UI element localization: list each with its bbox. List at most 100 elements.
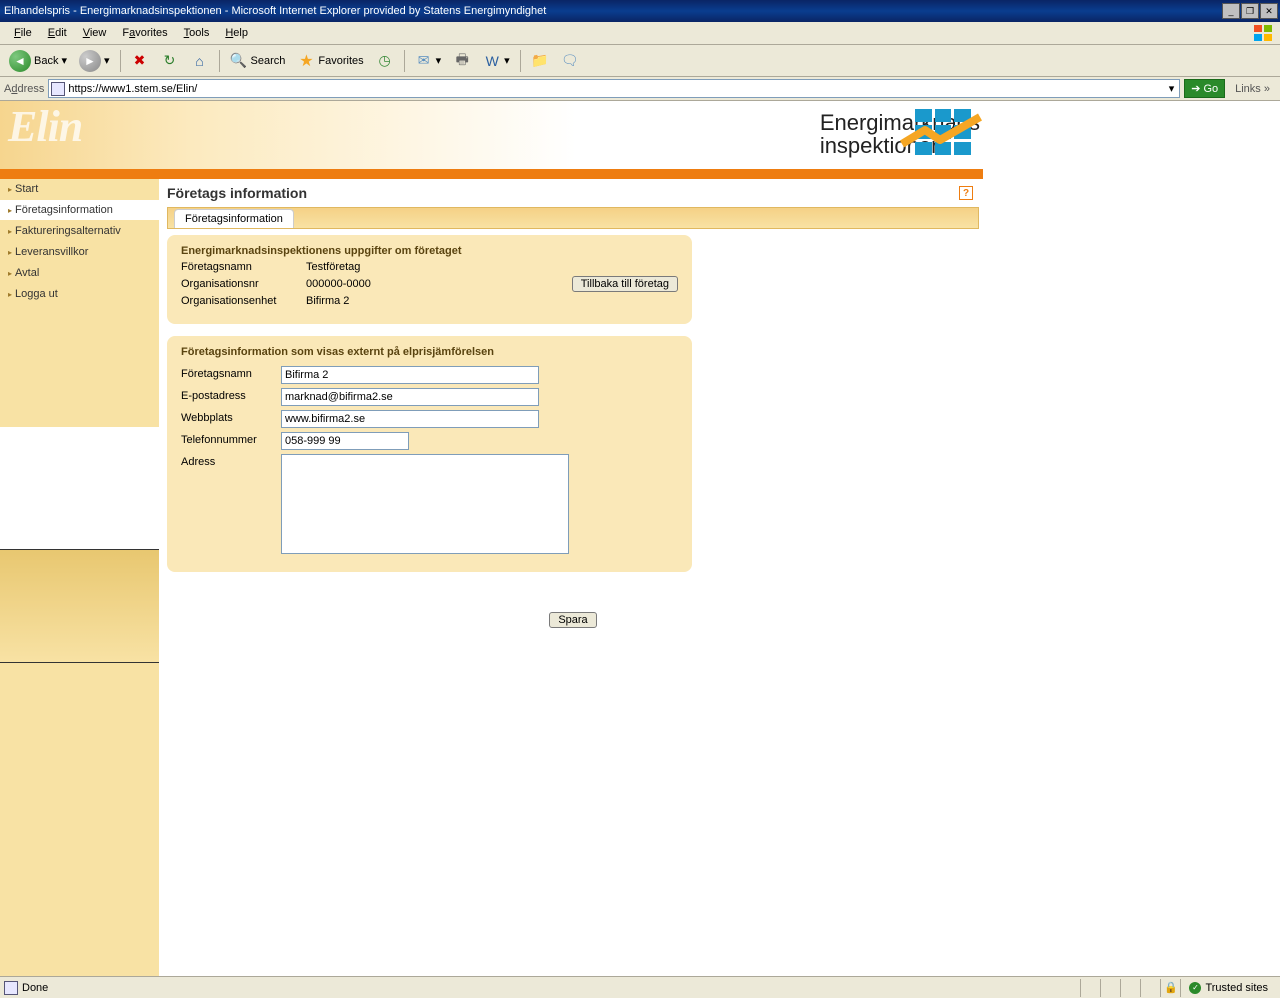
address-bar: Address ▾ ➔ Go Links » [0,77,1280,101]
discuss-button[interactable]: 🗨 [556,48,584,74]
input-email[interactable] [281,388,539,406]
menu-file[interactable]: File [6,24,40,42]
status-slot [1120,979,1140,997]
stop-button[interactable]: ✖ [126,48,154,74]
refresh-button[interactable]: ↻ [156,48,184,74]
separator [404,50,405,72]
orange-strip [0,169,983,179]
brand-logo-icon [912,106,974,158]
print-icon: 🖶 [453,52,471,70]
info-value-orgunit: Bifirma 2 [306,295,349,307]
elin-logo: Elin [8,101,82,152]
menu-tools[interactable]: Tools [176,24,218,42]
favorites-button[interactable]: ★ Favorites [292,48,368,74]
refresh-icon: ↻ [161,52,179,70]
status-slot [1100,979,1120,997]
label-company-name: Företagsnamn [181,366,281,380]
status-bar: Done 🔒 ✓ Trusted sites [0,976,1280,998]
go-button[interactable]: ➔ Go [1184,79,1225,98]
label-website: Webbplats [181,410,281,424]
nav-leveransvillkor[interactable]: Leveransvillkor [0,242,159,263]
menu-edit[interactable]: Edit [40,24,75,42]
windows-flag-icon [1254,25,1274,41]
save-button[interactable]: Spara [549,612,596,628]
address-input-wrap[interactable]: ▾ [48,79,1180,98]
nav-logga-ut[interactable]: Logga ut [0,284,159,305]
sidebar: Start Företagsinformation Faktureringsal… [0,179,159,976]
sidebar-spacer [0,305,159,427]
back-button[interactable]: ◄ Back ▾ [4,48,72,74]
status-slot [1140,979,1160,997]
info-label-orgnr: Organisationsnr [181,278,306,290]
mail-button[interactable]: ✉▾ [410,48,447,74]
input-company-name[interactable] [281,366,539,384]
dropdown-icon: ▾ [104,54,110,67]
menu-help[interactable]: Help [217,24,256,42]
toolbar: ◄ Back ▾ ► ▾ ✖ ↻ ⌂ 🔍 Search ★ Favorites … [0,45,1280,77]
go-label: Go [1203,83,1218,95]
separator [219,50,220,72]
nav-avtal[interactable]: Avtal [0,263,159,284]
input-phone[interactable] [281,432,409,450]
home-icon: ⌂ [191,52,209,70]
go-arrow-icon: ➔ [1191,82,1200,95]
status-text: Done [22,982,48,994]
maximize-button[interactable]: ❐ [1241,3,1259,19]
label-email: E-postadress [181,388,281,402]
separator [120,50,121,72]
company-info-panel: Energimarknadsinspektionens uppgifter om… [167,235,692,324]
help-icon[interactable]: ? [959,186,973,200]
folder-icon: 📁 [531,52,549,70]
edit-icon: W [483,52,501,70]
menu-bar: File Edit View Favorites Tools Help [0,22,1280,45]
nav-list: Start Företagsinformation Faktureringsal… [0,179,159,305]
address-dropdown-icon[interactable]: ▾ [1166,82,1178,95]
back-icon: ◄ [9,50,31,72]
info-heading: Energimarknadsinspektionens uppgifter om… [181,245,678,257]
label-address: Adress [181,454,281,468]
tab-foretagsinformation[interactable]: Företagsinformation [174,209,294,228]
folder-button[interactable]: 📁 [526,48,554,74]
close-button[interactable]: ✕ [1260,3,1278,19]
dropdown-icon: ▾ [61,54,67,67]
sidebar-promo-box [0,549,159,663]
nav-faktureringsalternativ[interactable]: Faktureringsalternativ [0,221,159,242]
search-label: Search [251,55,286,67]
address-label: Address [4,83,44,95]
page-title: Företags information [167,185,307,201]
info-label-company: Företagsnamn [181,261,306,273]
page-content: Elin Energimarknadsinspektionen Start Fö… [0,101,1280,976]
info-value-orgnr: 000000-0000 [306,278,371,290]
back-label: Back [34,55,58,67]
menu-view[interactable]: View [75,24,115,42]
info-label-orgunit: Organisationsenhet [181,295,306,307]
forward-button[interactable]: ► ▾ [74,48,115,74]
history-button[interactable]: ◷ [371,48,399,74]
print-button[interactable]: 🖶 [448,48,476,74]
back-to-company-button[interactable]: Tillbaka till företag [572,276,678,292]
nav-start[interactable]: Start [0,179,159,200]
banner: Elin Energimarknadsinspektionen [0,101,1280,169]
history-icon: ◷ [376,52,394,70]
home-button[interactable]: ⌂ [186,48,214,74]
textarea-address[interactable] [281,454,569,554]
edit-button[interactable]: W▾ [478,48,515,74]
nav-foretagsinformation[interactable]: Företagsinformation [0,200,159,221]
search-icon: 🔍 [230,52,248,70]
external-info-form: Företagsinformation som visas externt på… [167,336,692,572]
status-slot [1080,979,1100,997]
search-button[interactable]: 🔍 Search [225,48,291,74]
window-title-bar: Elhandelspris - Energimarknadsinspektion… [0,0,1280,22]
security-zone[interactable]: ✓ Trusted sites [1180,979,1276,997]
address-input[interactable] [68,83,1165,95]
sidebar-filler [0,663,159,976]
minimize-button[interactable]: _ [1222,3,1240,19]
main-content: Företags information ? Företagsinformati… [159,179,1280,976]
info-value-company: Testföretag [306,261,360,273]
dropdown-icon: ▾ [436,54,442,67]
ie-page-icon [51,82,65,96]
favorites-label: Favorites [318,55,363,67]
input-website[interactable] [281,410,539,428]
links-label[interactable]: Links » [1229,83,1276,95]
menu-favorites[interactable]: Favorites [114,24,175,42]
